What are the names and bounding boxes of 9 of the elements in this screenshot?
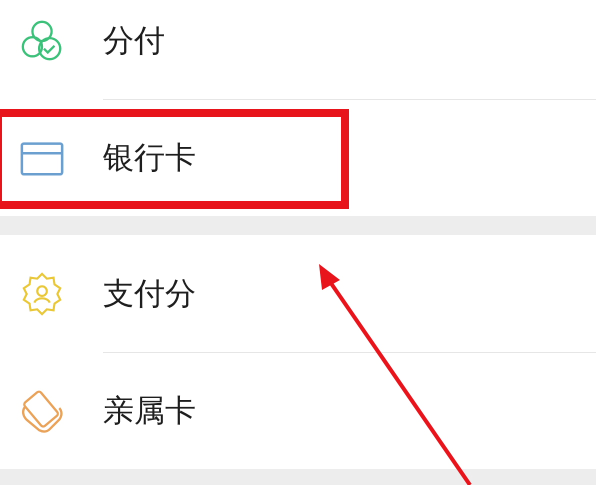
menu-item[interactable]: 亲属卡 — [0, 352, 596, 469]
menu-item[interactable]: 分付 — [0, 0, 596, 99]
menu-item[interactable]: 支付分 — [0, 235, 596, 352]
menu-item-label: 亲属卡 — [103, 392, 196, 431]
menu-item-label: 银行卡 — [103, 139, 196, 178]
cards-icon — [19, 388, 65, 434]
menu-item[interactable]: 银行卡 — [0, 99, 596, 216]
menu-item-label: 支付分 — [103, 274, 196, 314]
menu-item-label: 分付 — [103, 22, 165, 60]
